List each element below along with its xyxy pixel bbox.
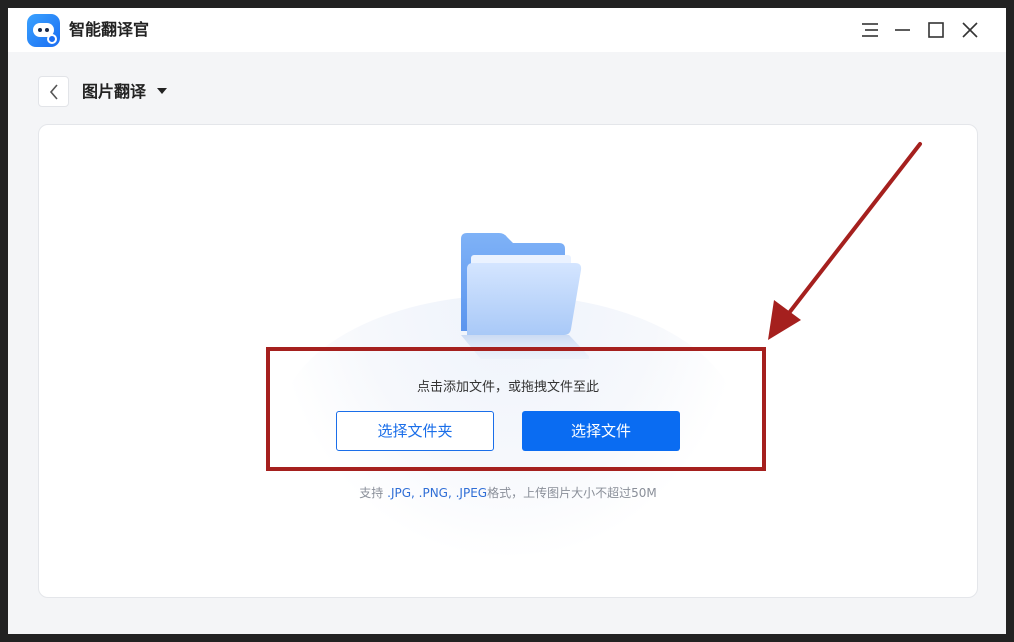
mode-title[interactable]: 图片翻译: [82, 81, 146, 103]
support-note: 支持 .JPG, .PNG, .JPEG格式，上传图片大小不超过50M: [39, 485, 977, 501]
robot-logo-icon: [27, 14, 60, 47]
upload-hint: 点击添加文件，或拖拽文件至此: [416, 380, 599, 395]
app-title: 智能翻译官: [69, 20, 150, 39]
app-window: 智能翻译官 图片翻译 点击添加文件，或拖拽文件至此 选择文件夹 选择文件 支持 …: [8, 8, 1006, 634]
upload-drop-zone[interactable]: 点击添加文件，或拖拽文件至此 选择文件夹 选择文件 支持 .JPG, .PNG,…: [38, 124, 978, 598]
support-prefix: 支持: [359, 486, 388, 500]
maximize-icon[interactable]: [926, 20, 946, 40]
minimize-icon[interactable]: [893, 20, 913, 40]
select-folder-button[interactable]: 选择文件夹: [336, 411, 494, 451]
chevron-left-icon: [49, 84, 58, 100]
menu-icon[interactable]: [860, 20, 880, 40]
title-bar: 智能翻译官: [8, 8, 1006, 52]
support-suffix: 格式，上传图片大小不超过50M: [487, 486, 657, 500]
caret-down-icon[interactable]: [156, 87, 168, 95]
select-file-button[interactable]: 选择文件: [522, 411, 680, 451]
close-icon[interactable]: [960, 20, 980, 40]
back-button[interactable]: [38, 76, 69, 107]
folder-icon: [461, 233, 589, 359]
support-formats: .JPG, .PNG, .JPEG: [387, 486, 488, 500]
